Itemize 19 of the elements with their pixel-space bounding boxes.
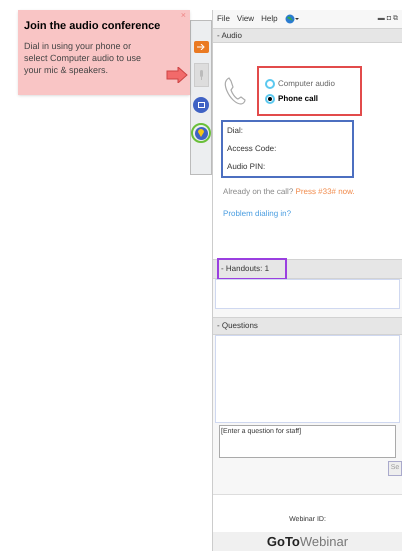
detail-label: Access Code:	[227, 143, 278, 155]
pin-icon[interactable]	[191, 123, 211, 143]
exit-icon[interactable]	[194, 41, 208, 53]
screen-icon[interactable]	[193, 97, 209, 113]
detail-label: Dial:	[227, 125, 244, 137]
tooltip-title: Join the audio conference	[24, 19, 162, 34]
menu-item[interactable]: Help	[261, 13, 278, 25]
brand-logo: GoToWebinar	[213, 532, 402, 551]
call-hint: Already on the call? Press #33# now.	[223, 186, 356, 198]
radio-option[interactable]: Phone call	[265, 92, 354, 104]
menu-item[interactable]: File	[217, 13, 230, 25]
radio-option[interactable]: Computer audio	[265, 78, 354, 90]
section-header[interactable]: - Audio	[213, 28, 402, 43]
globe-icon[interactable]	[284, 14, 299, 24]
tooltip-text: Dial in using your phone or select Computer audio to use your mic & speakers.	[24, 40, 142, 76]
section-header[interactable]: - Questions	[213, 317, 402, 335]
menu-item[interactable]: View	[236, 13, 254, 25]
arrow-icon	[166, 67, 188, 83]
detail-label: Audio PIN:	[227, 161, 266, 173]
